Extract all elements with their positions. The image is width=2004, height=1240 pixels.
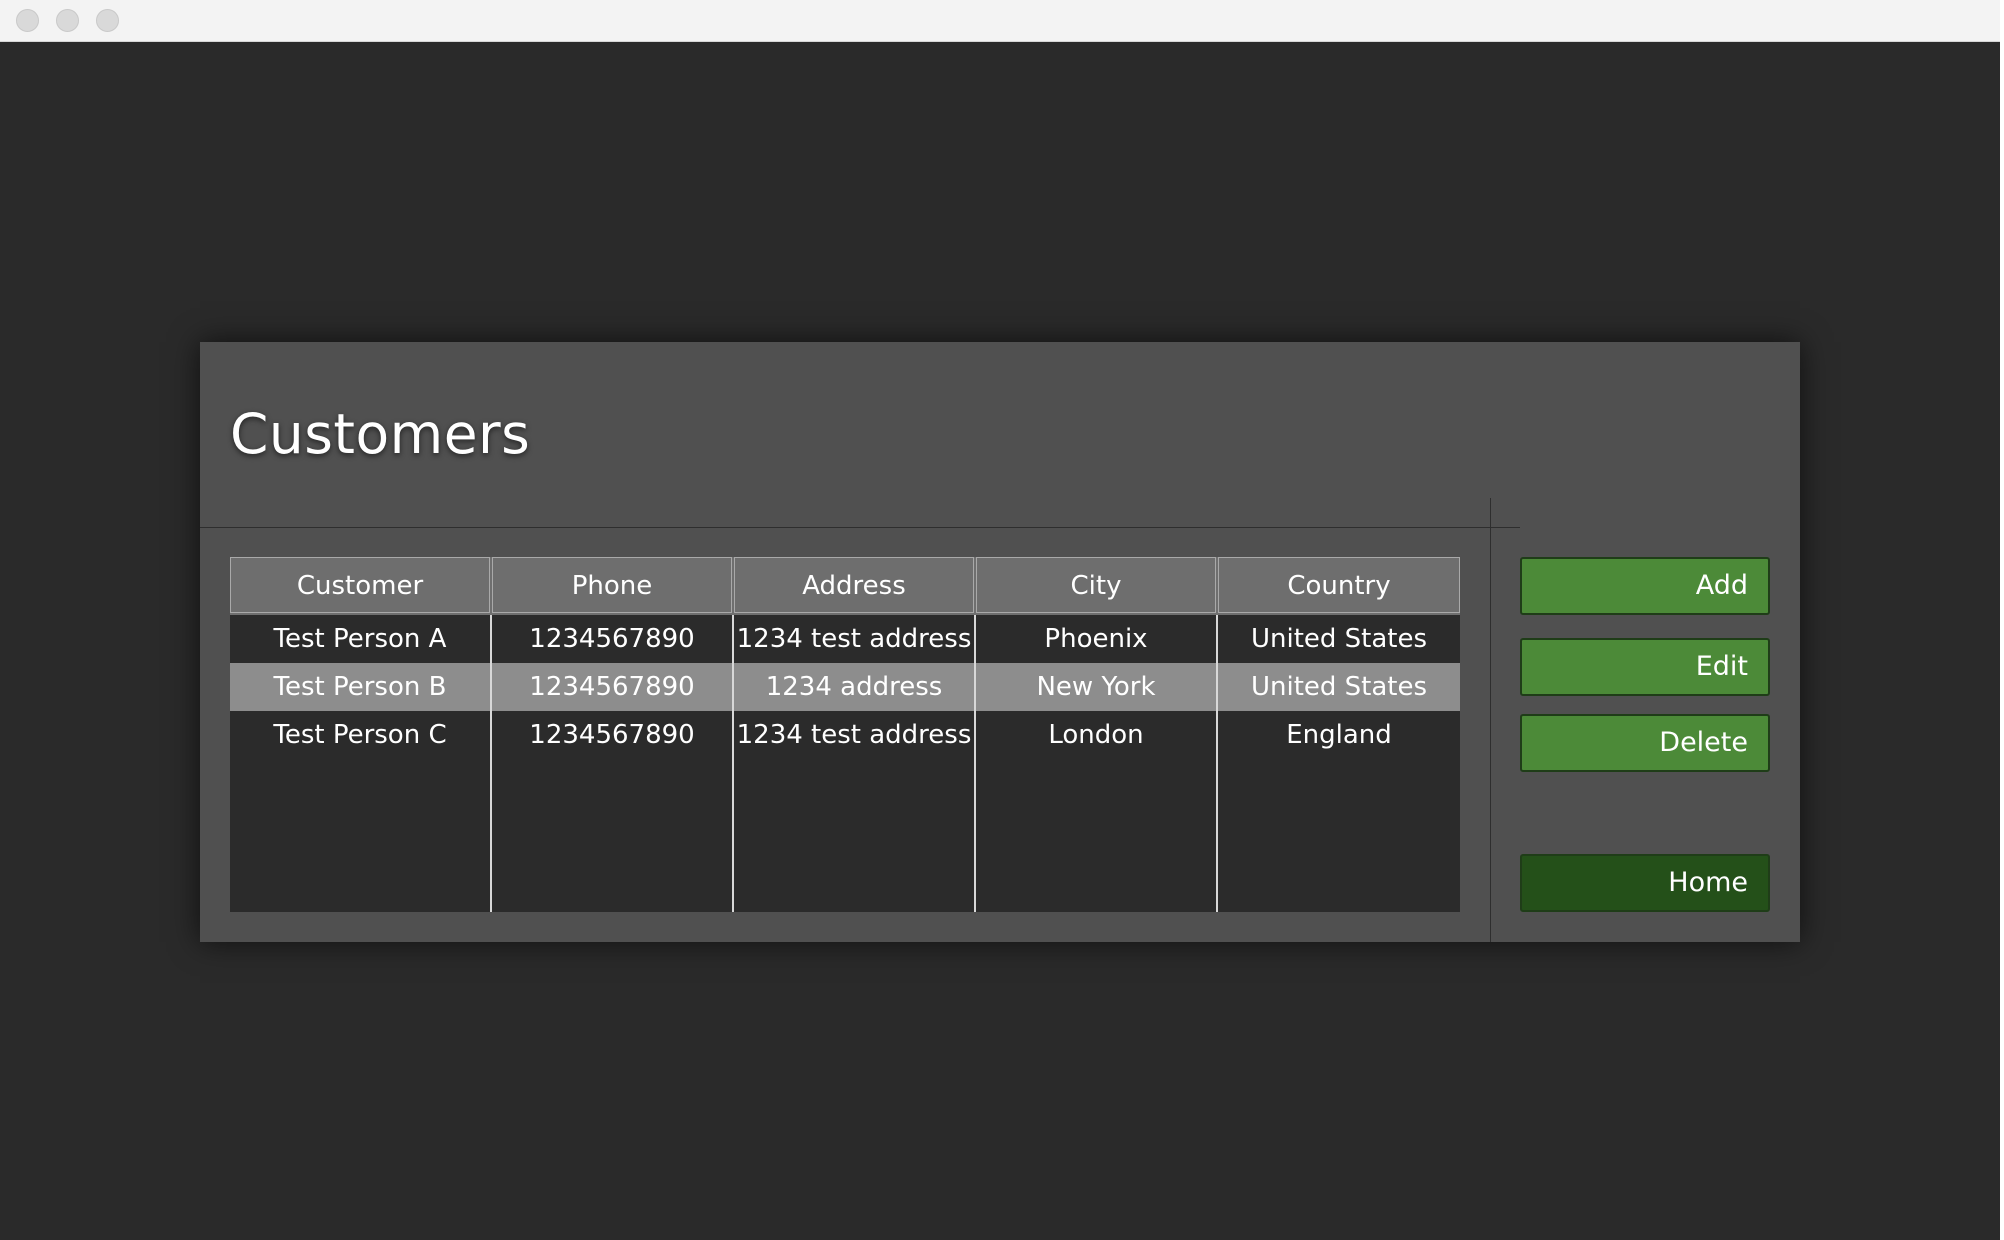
- edit-button[interactable]: Edit: [1520, 638, 1770, 696]
- page-title: Customers: [230, 402, 531, 466]
- cell-country: United States: [1250, 672, 1428, 702]
- column-divider: [1216, 615, 1218, 912]
- table-row[interactable]: Test Person A 1234567890 1234 test addre…: [230, 615, 1460, 663]
- column-divider: [490, 615, 492, 912]
- window-titlebar: [0, 0, 2000, 42]
- column-header-address[interactable]: Address: [734, 557, 974, 613]
- cell-customer: Test Person A: [273, 624, 447, 654]
- cell-address: 1234 test address: [736, 720, 972, 750]
- cell-country: England: [1286, 720, 1392, 750]
- sidebar-divider: [1490, 498, 1491, 942]
- column-header-customer[interactable]: Customer: [230, 557, 490, 613]
- cell-phone: 1234567890: [529, 720, 695, 750]
- cell-phone: 1234567890: [529, 624, 695, 654]
- cell-customer: Test Person C: [273, 720, 447, 750]
- cell-customer: Test Person B: [273, 672, 447, 702]
- home-button[interactable]: Home: [1520, 854, 1770, 912]
- window-minimize-button[interactable]: [56, 9, 79, 32]
- window-zoom-button[interactable]: [96, 9, 119, 32]
- table-row[interactable]: Test Person C 1234567890 1234 test addre…: [230, 711, 1460, 759]
- cell-country: United States: [1250, 624, 1428, 654]
- delete-button[interactable]: Delete: [1520, 714, 1770, 772]
- cell-address: 1234 address: [765, 672, 943, 702]
- cell-phone: 1234567890: [529, 672, 695, 702]
- column-header-city[interactable]: City: [976, 557, 1216, 613]
- table-header: Customer Phone Address City Country: [230, 557, 1460, 615]
- column-header-country[interactable]: Country: [1218, 557, 1460, 613]
- customers-table[interactable]: Customer Phone Address City Country Test…: [230, 557, 1460, 912]
- column-divider: [974, 615, 976, 912]
- column-divider: [732, 615, 734, 912]
- cell-city: London: [1048, 720, 1144, 750]
- cell-city: New York: [1036, 672, 1156, 702]
- column-header-phone[interactable]: Phone: [492, 557, 732, 613]
- screen-edge: [2000, 0, 2004, 1240]
- cell-city: Phoenix: [1044, 624, 1148, 654]
- add-button[interactable]: Add: [1520, 557, 1770, 615]
- window-close-button[interactable]: [16, 9, 39, 32]
- table-row-selected[interactable]: Test Person B 1234567890 1234 address Ne…: [230, 663, 1460, 711]
- cell-address: 1234 test address: [736, 624, 972, 654]
- title-divider: [200, 527, 1520, 528]
- customers-panel: Customers Customer Phone Address City Co…: [200, 342, 1800, 942]
